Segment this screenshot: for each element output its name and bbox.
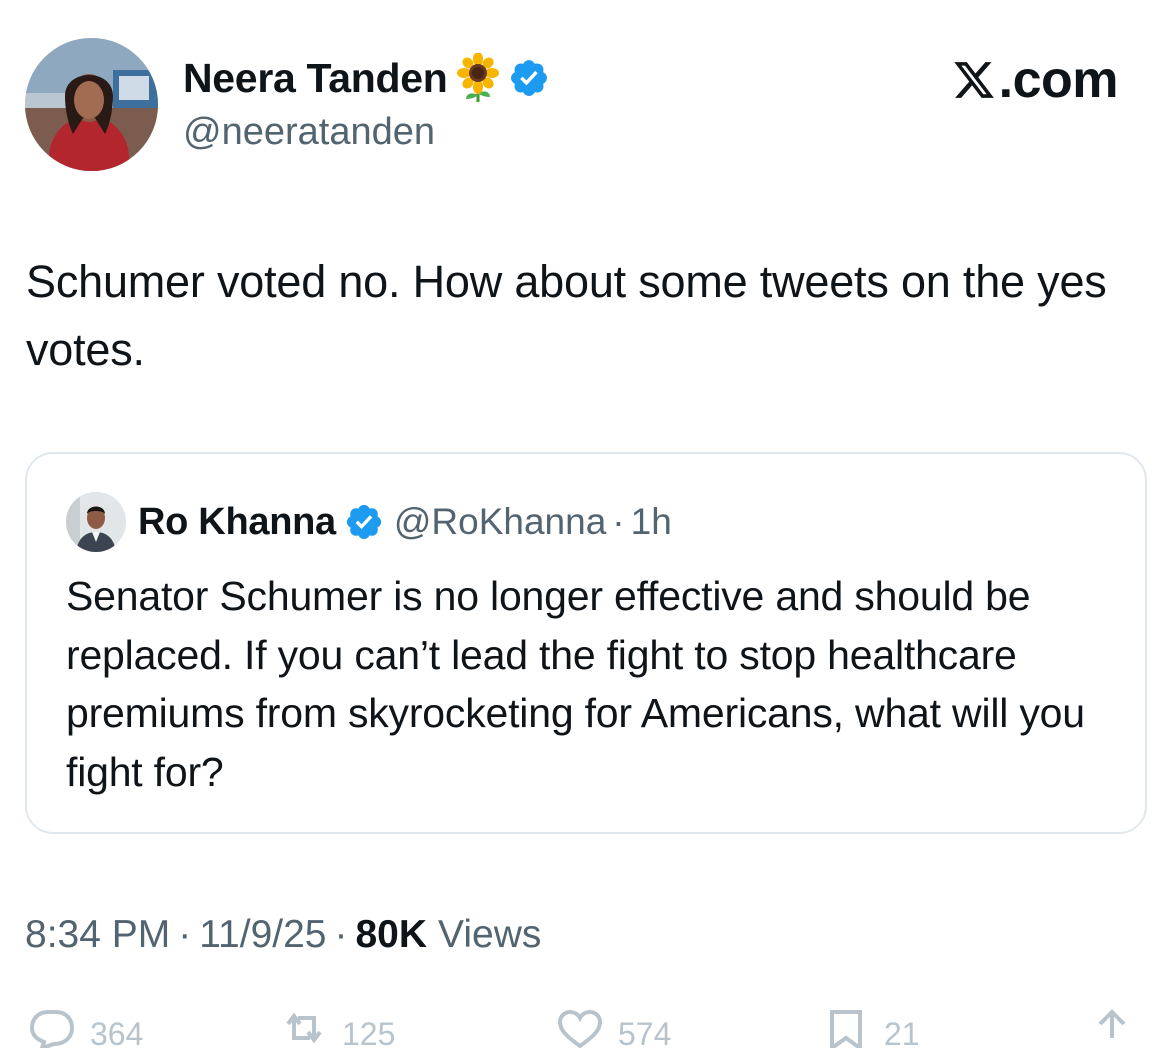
author-handle[interactable]: @neeratanden (183, 108, 435, 156)
separator-dot: · (178, 913, 192, 956)
quoted-tweet-time[interactable]: 1h (631, 501, 672, 543)
separator-dot: · (612, 501, 625, 542)
views-count: 80K (355, 913, 428, 956)
bookmark-button[interactable]: 21 (822, 1008, 920, 1052)
author-avatar[interactable] (25, 38, 158, 171)
verified-badge-icon[interactable] (336, 502, 394, 542)
repost-button[interactable]: 125 (280, 1008, 395, 1052)
separator-dot: · (334, 913, 348, 956)
repost-count: 125 (342, 1016, 396, 1052)
reply-button[interactable]: 364 (28, 1008, 143, 1052)
reply-icon (28, 1008, 76, 1048)
sunflower-icon (454, 53, 502, 103)
quoted-author-avatar[interactable] (66, 492, 126, 552)
tweet-text: Schumer voted no. How about some tweets … (26, 256, 1107, 375)
views-label: Views (438, 913, 542, 956)
quoted-tweet-card[interactable]: Ro Khanna @RoKhanna · 1h Senator Schumer… (25, 452, 1147, 834)
quoted-author-name[interactable]: Ro Khanna (138, 501, 336, 544)
verified-badge-icon[interactable] (508, 57, 550, 99)
like-count: 574 (618, 1016, 672, 1052)
author-name-row: Neera Tanden (183, 52, 550, 104)
repost-icon (280, 1008, 328, 1048)
share-button[interactable] (1088, 1008, 1136, 1048)
quoted-tweet-text: Senator Schumer is no longer effective a… (66, 573, 1085, 795)
tweet-time[interactable]: 8:34 PM (25, 913, 170, 957)
bookmark-icon (822, 1008, 870, 1048)
quoted-tweet-header: Ro Khanna @RoKhanna · 1h (138, 492, 672, 552)
share-icon (1088, 1008, 1136, 1048)
brand-watermark: .com (951, 51, 1119, 109)
reply-count: 364 (90, 1016, 144, 1052)
quoted-author-handle[interactable]: @RoKhanna (394, 501, 606, 543)
like-button[interactable]: 574 (556, 1008, 671, 1052)
tweet-meta: 8:34 PM · 11/9/25 · 80K Views (25, 905, 541, 965)
bookmark-count: 21 (884, 1016, 920, 1052)
x-logo-icon (951, 58, 999, 102)
brand-text: .com (998, 51, 1119, 109)
author-name[interactable]: Neera Tanden (183, 52, 448, 104)
heart-icon (556, 1008, 604, 1048)
tweet-date[interactable]: 11/9/25 (199, 913, 326, 957)
